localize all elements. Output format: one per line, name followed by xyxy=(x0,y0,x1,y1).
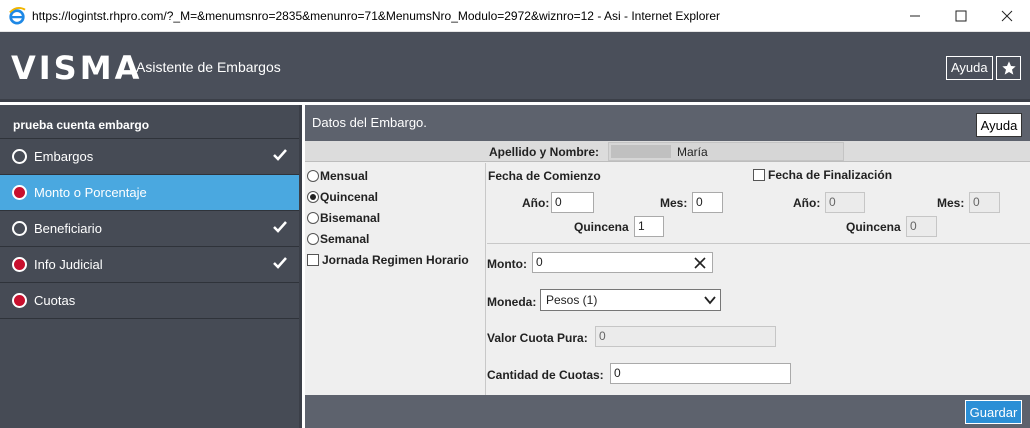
radio-label: Semanal xyxy=(320,232,370,246)
frequency-column: Mensual Quincenal Bisemanal Semanal Jorn… xyxy=(305,163,486,395)
header-help-button[interactable]: Ayuda xyxy=(946,56,993,80)
main-panel: Datos del Embargo. Ayuda Apellido y Nomb… xyxy=(305,105,1030,428)
amount-input[interactable]: 0 xyxy=(532,252,713,273)
start-date-title: Fecha de Comienzo xyxy=(488,169,601,183)
sidebar-item-label: Monto o Porcentaje xyxy=(34,185,147,200)
status-empty-icon xyxy=(12,221,27,236)
sidebar-item-monto-porcentaje[interactable]: Monto o Porcentaje xyxy=(0,175,299,211)
checkmark-icon xyxy=(273,221,287,233)
sidebar-item-label: Cuotas xyxy=(34,293,76,308)
sidebar-item-label: Embargos xyxy=(34,149,94,164)
end-month-input[interactable]: 0 xyxy=(969,192,1000,213)
amount-label: Monto: xyxy=(487,257,527,271)
radio-quincenal[interactable]: Quincenal xyxy=(307,190,378,204)
end-date-checkbox[interactable]: Fecha de Finalización xyxy=(753,168,892,182)
currency-value: Pesos (1) xyxy=(546,293,598,307)
sidebar-item-beneficiario[interactable]: Beneficiario xyxy=(0,211,299,247)
maximize-icon xyxy=(955,10,967,22)
app-header: VISMA Asistente de Embargos Ayuda xyxy=(0,32,1030,102)
checkbox-label: Fecha de Finalización xyxy=(768,168,893,182)
internet-explorer-icon xyxy=(9,6,26,25)
radio-icon xyxy=(307,212,319,224)
minimize-icon xyxy=(910,15,920,17)
radio-selected-icon xyxy=(307,191,319,203)
jornada-checkbox[interactable]: Jornada Regimen Horario xyxy=(307,253,469,267)
status-red-icon xyxy=(12,257,27,272)
end-year-input[interactable]: 0 xyxy=(825,192,865,213)
amount-value: 0 xyxy=(536,255,543,269)
status-red-icon xyxy=(12,185,27,200)
app-title: Asistente de Embargos xyxy=(136,59,281,75)
close-icon xyxy=(1001,10,1013,22)
panel-help-button[interactable]: Ayuda xyxy=(976,113,1022,137)
sidebar-item-info-judicial[interactable]: Info Judicial xyxy=(0,247,299,283)
sidebar-item-embargos[interactable]: Embargos xyxy=(0,139,299,175)
checkmark-icon xyxy=(273,257,287,269)
quota-count-input[interactable]: 0 xyxy=(610,363,791,384)
redacted-surname xyxy=(611,145,671,158)
radio-icon xyxy=(307,233,319,245)
amount-section: Monto: 0 Moneda: Pesos (1) Valor Cuota P… xyxy=(487,245,1030,395)
sidebar-item-cuotas[interactable]: Cuotas xyxy=(0,283,299,319)
sidebar-item-label: Info Judicial xyxy=(34,257,103,272)
visma-logo: VISMA xyxy=(11,49,143,87)
panel-title: Datos del Embargo. xyxy=(312,115,427,130)
radio-bisemanal[interactable]: Bisemanal xyxy=(307,211,380,225)
checkmark-icon xyxy=(273,149,287,161)
radio-icon xyxy=(307,170,319,182)
name-row: Apellido y Nombre: María xyxy=(305,141,1030,162)
start-year-label: Año: xyxy=(522,196,550,210)
status-empty-icon xyxy=(12,149,27,164)
clear-icon[interactable] xyxy=(694,256,706,270)
start-fortnight-input[interactable]: 1 xyxy=(634,216,664,237)
panel-footer: Guardar xyxy=(305,395,1030,428)
wizard-sidebar: prueba cuenta embargo Embargos Monto o P… xyxy=(0,105,302,428)
status-red-icon xyxy=(12,293,27,308)
start-month-input[interactable]: 0 xyxy=(692,192,723,213)
end-fortnight-input[interactable]: 0 xyxy=(906,216,937,237)
sidebar-title: prueba cuenta embargo xyxy=(0,105,299,139)
pure-quota-label: Valor Cuota Pura: xyxy=(487,331,588,345)
form-content: Apellido y Nombre: María Mensual Quincen… xyxy=(305,141,1030,395)
radio-semanal[interactable]: Semanal xyxy=(307,232,369,246)
checkbox-label: Jornada Regimen Horario xyxy=(322,253,469,267)
checkbox-icon xyxy=(307,254,319,266)
start-month-label: Mes: xyxy=(660,196,688,210)
window-title-bar: https://logintst.rhpro.com/?_M=&menumsnr… xyxy=(0,0,1030,32)
quota-count-label: Cantidad de Cuotas: xyxy=(487,368,604,382)
checkbox-icon xyxy=(753,169,765,181)
dates-section: Fecha de Comienzo Año: 0 Mes: 0 Quincena… xyxy=(487,163,1030,244)
star-icon xyxy=(1001,61,1016,75)
minimize-button[interactable] xyxy=(892,0,938,32)
radio-mensual[interactable]: Mensual xyxy=(307,169,368,183)
end-month-label: Mes: xyxy=(937,196,965,210)
currency-label: Moneda: xyxy=(487,295,537,309)
radio-label: Bisemanal xyxy=(320,211,381,225)
end-year-label: Año: xyxy=(793,196,821,210)
end-fortnight-label: Quincena xyxy=(846,220,901,234)
save-button[interactable]: Guardar xyxy=(965,400,1022,424)
window-title: https://logintst.rhpro.com/?_M=&menumsnr… xyxy=(32,8,721,23)
chevron-down-icon xyxy=(704,296,716,305)
close-button[interactable] xyxy=(984,0,1030,32)
sidebar-item-label: Beneficiario xyxy=(34,221,102,236)
radio-label: Mensual xyxy=(320,169,369,183)
name-value: María xyxy=(677,145,708,159)
radio-label: Quincenal xyxy=(320,190,379,204)
start-fortnight-label: Quincena xyxy=(574,220,629,234)
start-year-input[interactable]: 0 xyxy=(551,192,594,213)
pure-quota-input[interactable]: 0 xyxy=(595,326,776,347)
currency-select[interactable]: Pesos (1) xyxy=(540,289,721,311)
maximize-button[interactable] xyxy=(938,0,984,32)
favorite-button[interactable] xyxy=(996,56,1021,80)
name-label: Apellido y Nombre: xyxy=(489,145,600,159)
